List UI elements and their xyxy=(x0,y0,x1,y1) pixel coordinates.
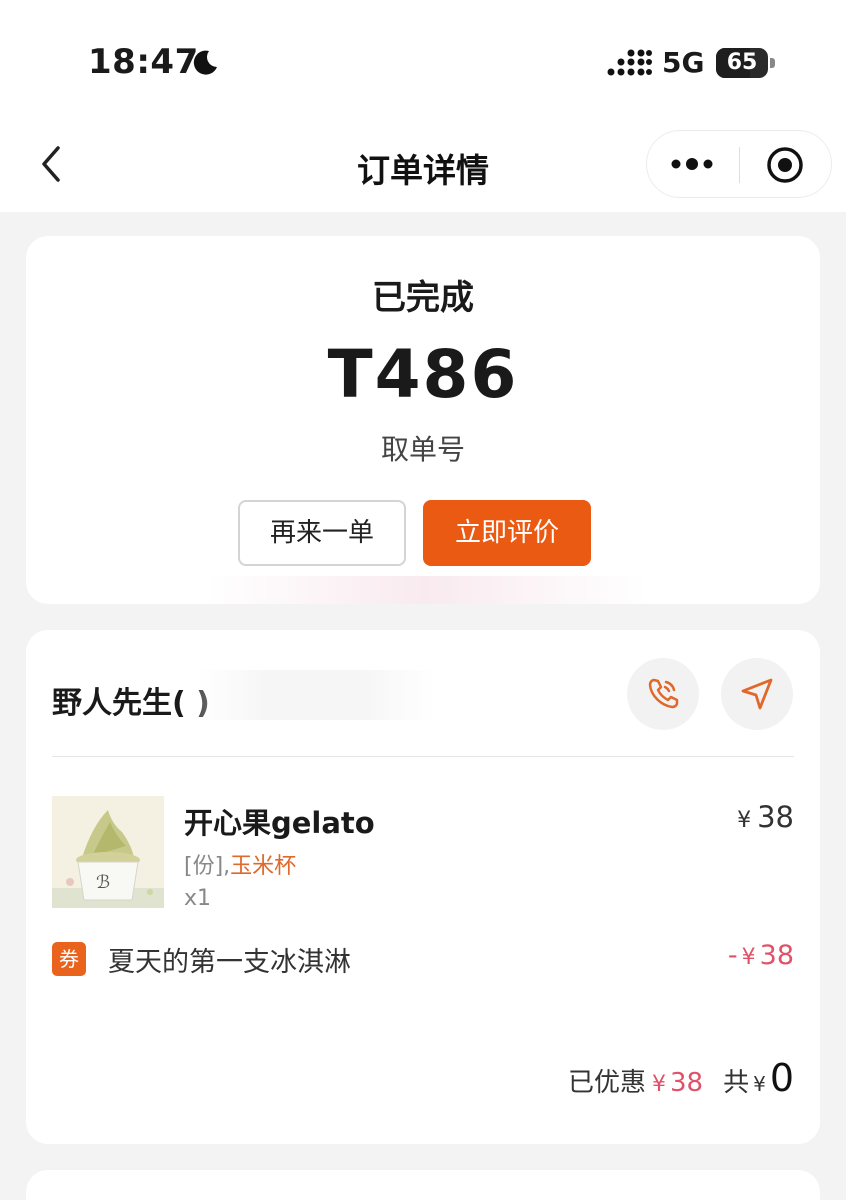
order-status: 已完成 xyxy=(372,278,474,318)
order-items-card: 野人先生( ) ℬ 开心果gelato [份],玉米杯 x1 ¥ 38 券 夏天… xyxy=(26,630,820,1144)
reorder-button[interactable]: 再来一单 xyxy=(238,500,406,566)
navigation-arrow-icon xyxy=(741,678,773,710)
status-bar: 18:47 5G 65 xyxy=(0,0,846,118)
review-button[interactable]: 立即评价 xyxy=(423,500,591,566)
pickup-code: T486 xyxy=(327,336,519,413)
currency-symbol: ¥ xyxy=(651,1072,666,1097)
divider xyxy=(52,756,794,757)
network-type: 5G xyxy=(662,46,705,79)
order-status-card: 已完成 T486 取单号 再来一单 立即评价 xyxy=(26,236,820,604)
product-quantity: x1 xyxy=(184,886,212,911)
status-time: 18:47 xyxy=(88,42,199,82)
battery-icon: 65 xyxy=(716,48,768,78)
saved-label: 已优惠 xyxy=(567,1068,646,1098)
currency-symbol: ¥ xyxy=(741,945,756,970)
navigate-button[interactable] xyxy=(721,658,793,730)
product-price: ¥38 xyxy=(737,800,794,834)
saved-value: 38 xyxy=(669,1068,704,1098)
coupon-name: 夏天的第一支冰淇淋 xyxy=(108,947,351,978)
more-icon[interactable] xyxy=(667,149,717,179)
redacted-area xyxy=(196,670,436,720)
close-target-icon[interactable] xyxy=(765,145,805,185)
price-value: 38 xyxy=(757,800,794,834)
total-amount: 0 xyxy=(769,1056,794,1100)
discount-sign: - xyxy=(727,940,738,971)
phone-icon xyxy=(648,678,679,709)
product-name: 开心果gelato xyxy=(184,806,375,840)
saved-amount: ¥38 xyxy=(652,1068,703,1098)
svg-text:ℬ: ℬ xyxy=(96,872,110,893)
order-summary: 已优惠 ¥38 共 ¥0 xyxy=(568,1056,794,1100)
nav-bar: 订单详情 xyxy=(0,118,846,212)
spec-option: 玉米杯 xyxy=(230,854,297,879)
pickup-code-label: 取单号 xyxy=(380,433,465,466)
moon-icon xyxy=(193,50,217,75)
total-label: 共 xyxy=(723,1068,750,1098)
currency-symbol: ¥ xyxy=(737,808,752,833)
store-name[interactable]: 野人先生( ) xyxy=(52,678,210,722)
spec-unit: [份], xyxy=(184,854,231,879)
product-spec: [份],玉米杯 xyxy=(184,848,296,880)
discount-value: 38 xyxy=(759,940,794,971)
gelato-cup-illustration: ℬ xyxy=(52,796,164,908)
coupon-discount: - ¥38 xyxy=(728,940,794,971)
coupon-badge: 券 xyxy=(52,942,86,976)
mini-program-capsule xyxy=(646,130,832,198)
signal-icon xyxy=(607,49,652,76)
currency-symbol: ¥ xyxy=(753,1072,766,1096)
capsule-divider xyxy=(739,147,740,183)
battery-cap xyxy=(770,58,775,68)
order-detail-page: 18:47 5G 65 订单详情 已完成 T486 取单号 再来一单 立即评价 … xyxy=(0,0,846,1200)
decorative-blur xyxy=(206,576,646,604)
call-store-button[interactable] xyxy=(627,658,699,730)
product-image: ℬ xyxy=(52,796,164,908)
battery-percent: 65 xyxy=(726,50,758,75)
next-section-card xyxy=(26,1170,820,1200)
